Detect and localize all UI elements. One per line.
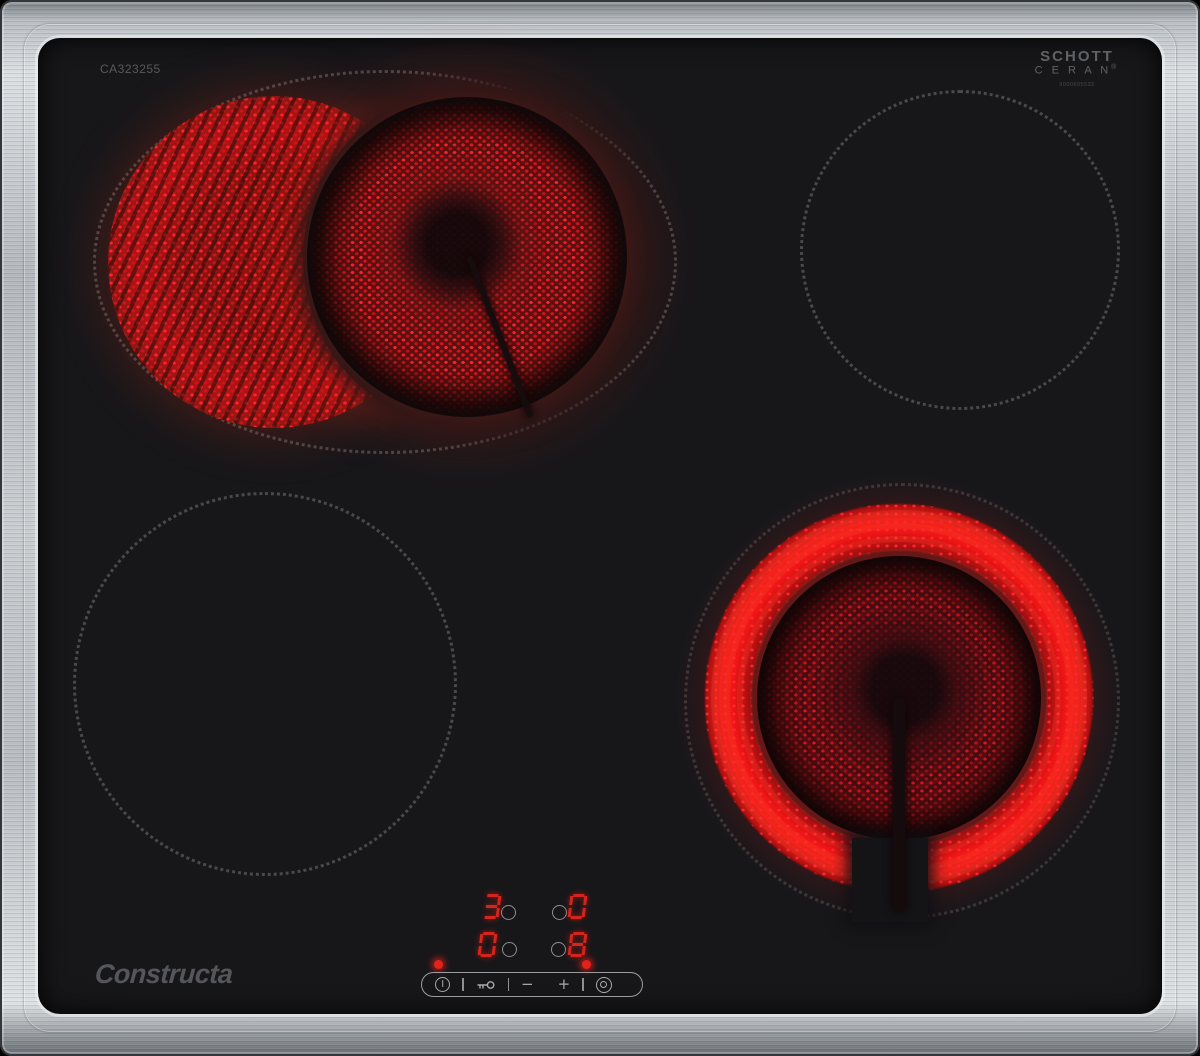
burner-front-left	[73, 492, 457, 876]
glass-part-number: 9000605535	[1017, 82, 1137, 88]
cooktop-photo: CA323255 SCHOTT C E R A N® 9000605535 Co…	[0, 0, 1200, 1056]
child-lock-button[interactable]	[471, 973, 501, 996]
divider	[582, 978, 584, 991]
cooktop-glass: CA323255 SCHOTT C E R A N® 9000605535 Co…	[38, 38, 1162, 1014]
touch-control-panel: − +	[421, 972, 643, 997]
schott-logo-line1: SCHOTT	[1017, 48, 1137, 65]
zone-select-front-left[interactable]	[502, 942, 517, 957]
digit-back-right	[567, 894, 587, 919]
burner-back-right	[800, 90, 1120, 410]
minus-button[interactable]: −	[516, 973, 539, 996]
divider	[508, 978, 510, 991]
schott-logo-line2: C E R A N®	[1017, 64, 1137, 77]
burner-front-right-sensor-rod	[893, 698, 905, 910]
zone-select-back-right[interactable]	[552, 905, 567, 920]
key-icon	[476, 979, 496, 991]
dual-zone-icon	[596, 977, 612, 993]
digit-back-left	[481, 894, 501, 919]
burner-front-right-terminal-gap	[852, 838, 928, 922]
led-indicator-left	[434, 960, 443, 969]
digit-front-left	[477, 932, 497, 957]
zone-select-front-right[interactable]	[551, 942, 566, 957]
zone-select-back-left[interactable]	[501, 905, 516, 920]
power-icon	[435, 977, 450, 992]
digit-front-right	[567, 932, 587, 957]
model-label: CA323255	[100, 62, 161, 76]
constructa-logo: Constructa	[94, 959, 234, 990]
registered-mark: ®	[1111, 64, 1119, 71]
dual-zone-button[interactable]	[591, 973, 617, 996]
power-button[interactable]	[430, 973, 455, 996]
divider	[462, 978, 464, 991]
plus-button[interactable]: +	[553, 973, 576, 996]
schott-ceran-logo: SCHOTT C E R A N® 9000605535	[1017, 48, 1137, 88]
led-indicator-right	[582, 960, 591, 969]
